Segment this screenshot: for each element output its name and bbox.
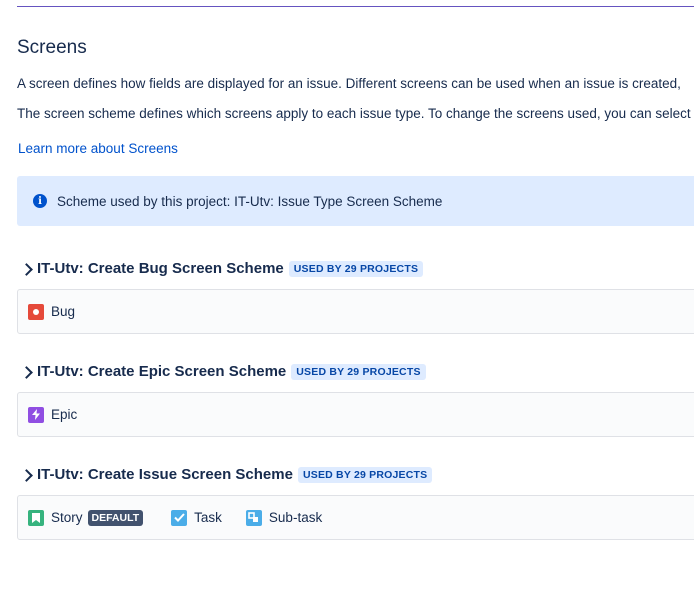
issue-type-item: Sub-task <box>245 509 323 526</box>
default-badge: DEFAULT <box>87 509 144 526</box>
issue-type-row-epic: Epic <box>17 392 694 437</box>
info-icon: i <box>33 194 47 208</box>
description-screens: A screen defines how fields are displaye… <box>17 76 681 91</box>
scheme-header-epic[interactable]: IT-Utv: Create Epic Screen Scheme USED B… <box>20 363 426 380</box>
issue-type-item: Bug <box>28 303 76 320</box>
task-icon <box>171 509 188 526</box>
issue-type-label: Sub-task <box>268 510 323 525</box>
description-screen-scheme: The screen scheme defines which screens … <box>17 106 691 121</box>
usage-lozenge[interactable]: USED BY 29 PROJECTS <box>297 466 433 483</box>
header-divider <box>17 6 694 7</box>
chevron-right-icon[interactable] <box>20 365 33 379</box>
scheme-header-bug[interactable]: IT-Utv: Create Bug Screen Scheme USED BY… <box>20 260 424 277</box>
epic-icon <box>28 406 44 423</box>
screens-page: Screens A screen defines how fields are … <box>0 0 694 590</box>
chevron-right-icon[interactable] <box>20 262 33 276</box>
issue-type-item: Task <box>171 509 222 526</box>
info-banner-text: Scheme used by this project: IT-Utv: Iss… <box>57 193 443 209</box>
issue-type-label: Task <box>194 510 222 525</box>
scheme-title[interactable]: IT-Utv: Create Epic Screen Scheme <box>37 363 286 380</box>
usage-lozenge[interactable]: USED BY 29 PROJECTS <box>291 363 426 380</box>
info-banner: i Scheme used by this project: IT-Utv: I… <box>17 176 694 226</box>
page-title: Screens <box>17 37 87 58</box>
issue-type-item: Story DEFAULT <box>28 509 144 526</box>
issue-type-label: Story <box>51 510 83 525</box>
bug-icon <box>28 303 44 320</box>
issue-type-label: Bug <box>51 304 76 319</box>
subtask-icon <box>245 509 262 526</box>
chevron-right-icon[interactable] <box>20 468 33 482</box>
scheme-header-issue[interactable]: IT-Utv: Create Issue Screen Scheme USED … <box>20 466 433 483</box>
scheme-title[interactable]: IT-Utv: Create Issue Screen Scheme <box>37 466 293 483</box>
issue-type-row-issue: Story DEFAULT Task Sub-task <box>17 495 694 540</box>
learn-more-link[interactable]: Learn more about Screens <box>18 141 178 156</box>
issue-type-item: Epic <box>28 406 78 423</box>
issue-type-label: Epic <box>51 407 78 422</box>
scheme-title[interactable]: IT-Utv: Create Bug Screen Scheme <box>37 260 284 277</box>
issue-type-row-bug: Bug <box>17 289 694 334</box>
story-icon <box>28 509 44 526</box>
usage-lozenge[interactable]: USED BY 29 PROJECTS <box>288 260 424 277</box>
